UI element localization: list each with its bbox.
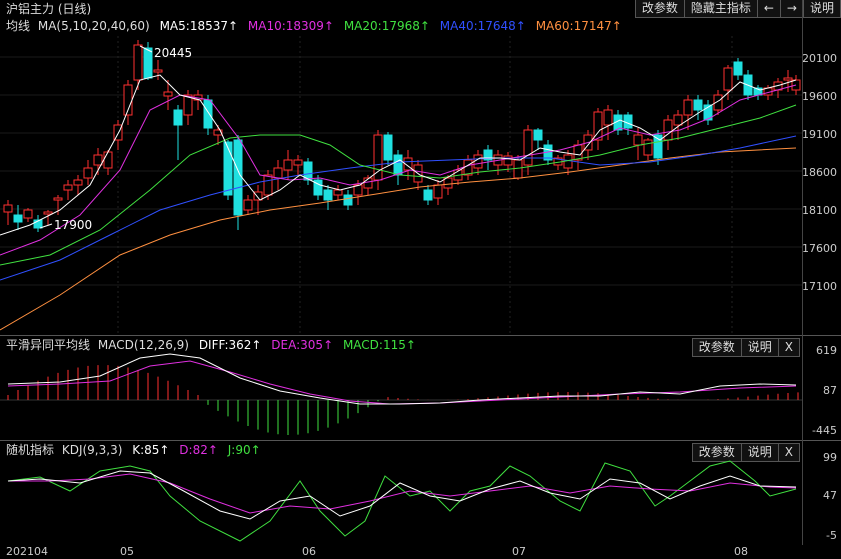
- candle-body: [393, 154, 403, 176]
- j-line: [7, 460, 797, 542]
- candle-body: [503, 155, 513, 166]
- kdj-axis: 99 47 -5: [805, 441, 841, 545]
- date-tick: 07: [512, 545, 526, 558]
- candlestick-chart[interactable]: [0, 0, 841, 335]
- price-axis: 20100 19600 19100 18600 18100 17600 1710…: [802, 0, 841, 335]
- date-tick: 06: [302, 545, 316, 558]
- macd-tick: -445: [812, 424, 837, 437]
- candle-body: [43, 211, 53, 215]
- candle-body: [153, 69, 163, 73]
- candle-body: [783, 77, 793, 81]
- candle-body: [433, 184, 443, 199]
- candle-body: [83, 167, 93, 179]
- candle-body: [423, 189, 433, 201]
- price-tick: 20100: [802, 52, 837, 65]
- candle-body: [633, 134, 643, 146]
- candle-body: [523, 129, 533, 166]
- candle-body: [3, 204, 13, 213]
- candle-body: [533, 129, 543, 141]
- candle-body: [693, 99, 703, 111]
- main-chart-panel: 沪铝主力 (日线) 改参数 隐藏主指标 ← → 说明 均线 MA(5,10,20…: [0, 0, 841, 335]
- candle-body: [603, 109, 613, 126]
- candle-body: [333, 189, 343, 196]
- candle-body: [243, 199, 253, 211]
- price-tick: 17600: [802, 242, 837, 255]
- candle-body: [173, 109, 183, 126]
- k-line: [7, 470, 797, 520]
- diff-line: [7, 353, 797, 405]
- candle-body: [323, 189, 333, 201]
- candle-body: [233, 139, 243, 216]
- candle-body: [63, 184, 73, 191]
- candle-body: [623, 114, 633, 129]
- date-tick: 08: [734, 545, 748, 558]
- price-tick: 19100: [802, 128, 837, 141]
- candle-body: [733, 61, 743, 76]
- candle-body: [463, 159, 473, 176]
- candle-body: [283, 159, 293, 171]
- price-tick: 19600: [802, 90, 837, 103]
- candle-body: [163, 91, 173, 97]
- candle-body: [53, 197, 63, 201]
- candle-body: [673, 114, 683, 126]
- macd-panel: 平滑异同平均线 MACD(12,26,9) DIFF:362↑ DEA:305↑…: [0, 336, 841, 440]
- macd-tick: 619: [816, 344, 837, 357]
- date-axis: 202104 05 06 07 08: [0, 545, 841, 559]
- candle-body: [343, 194, 353, 206]
- date-tick: 05: [120, 545, 134, 558]
- price-tick: 18100: [802, 204, 837, 217]
- macd-axis: 619 87 -445: [805, 336, 841, 440]
- low-price-label: 17900: [54, 218, 93, 232]
- candle-body: [133, 44, 143, 81]
- kdj-tick: -5: [826, 529, 837, 542]
- macd-tick: 87: [823, 384, 837, 397]
- candle-body: [723, 67, 733, 91]
- axis-divider: [802, 0, 803, 545]
- candle-body: [683, 99, 693, 116]
- candle-body: [383, 134, 393, 161]
- candle-body: [663, 119, 673, 141]
- candle-body: [513, 159, 523, 179]
- candle-body: [643, 139, 653, 156]
- candle-body: [263, 174, 273, 196]
- candle-body: [73, 179, 83, 186]
- price-tick: 18600: [802, 166, 837, 179]
- candle-body: [473, 154, 483, 169]
- candle-body: [93, 154, 103, 166]
- candle-body: [203, 99, 213, 129]
- macd-chart[interactable]: [0, 336, 841, 440]
- date-tick: 202104: [6, 545, 48, 558]
- high-price-label: 20445: [154, 46, 193, 60]
- candle-body: [23, 209, 33, 219]
- kdj-tick: 99: [823, 451, 837, 464]
- candle-body: [273, 167, 283, 179]
- candle-body: [103, 151, 113, 169]
- kdj-tick: 47: [823, 489, 837, 502]
- candle-body: [443, 177, 453, 189]
- candle-body: [293, 159, 303, 166]
- price-tick: 17100: [802, 280, 837, 293]
- dea-line: [7, 360, 797, 405]
- candle-body: [143, 47, 153, 79]
- candle-body: [223, 141, 233, 196]
- d-line: [8, 473, 797, 514]
- kdj-chart[interactable]: [0, 441, 841, 545]
- candle-body: [573, 144, 583, 161]
- kdj-panel: 随机指标 KDJ(9,3,3) K:85↑ D:82↑ J:90↑ 改参数 说明…: [0, 441, 841, 545]
- candle-body: [13, 214, 23, 223]
